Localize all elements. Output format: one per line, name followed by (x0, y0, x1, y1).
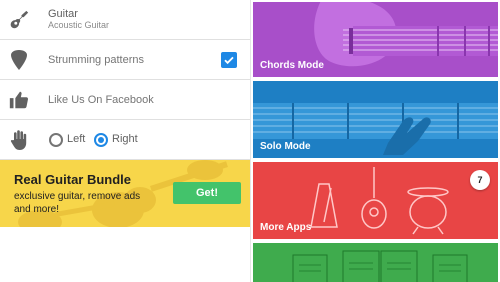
facebook-row[interactable]: Like Us On Facebook (0, 80, 250, 120)
strumming-row[interactable]: Strumming patterns (0, 40, 250, 80)
mode-tiles: Chords Mode Solo Mode 7 More Apps (251, 0, 500, 282)
hand-icon (6, 127, 32, 153)
tile-more-apps[interactable]: 7 More Apps (253, 162, 498, 239)
left-hand-label: Left (67, 133, 86, 145)
get-bundle-button[interactable]: Get! (173, 182, 241, 204)
left-hand-radio[interactable] (49, 133, 63, 147)
instrument-row[interactable]: Guitar Acoustic Guitar (0, 0, 250, 40)
checkmark-icon (224, 56, 234, 65)
right-hand-radio[interactable] (94, 133, 108, 147)
tile-label-chords: Chords Mode (260, 60, 324, 71)
instrument-subtitle: Acoustic Guitar (48, 20, 110, 30)
thumbs-up-icon (6, 87, 32, 113)
facebook-label: Like Us On Facebook (48, 94, 154, 106)
pick-icon (6, 47, 32, 73)
strumming-label: Strumming patterns (48, 54, 144, 66)
apps-count-badge: 7 (470, 170, 490, 190)
settings-panel: Guitar Acoustic Guitar Strumming pattern… (0, 0, 250, 282)
sheet-music-illustration (292, 250, 468, 282)
strumming-checkbox[interactable] (221, 52, 237, 68)
handedness-row: Left Right (0, 120, 250, 160)
banner-subtitle: exclusive guitar, remove ads and more! (14, 191, 141, 215)
instrument-title: Guitar (48, 8, 78, 20)
banner-title: Real Guitar Bundle (14, 172, 132, 187)
guitar-icon (6, 7, 32, 33)
tile-songbook[interactable] (253, 243, 498, 282)
tile-label-solo: Solo Mode (260, 141, 311, 152)
tile-solo-mode[interactable]: Solo Mode (253, 81, 498, 158)
tile-chords-mode[interactable]: Chords Mode (253, 2, 498, 77)
right-hand-label: Right (112, 133, 138, 145)
tile-label-more-apps: More Apps (260, 222, 312, 233)
